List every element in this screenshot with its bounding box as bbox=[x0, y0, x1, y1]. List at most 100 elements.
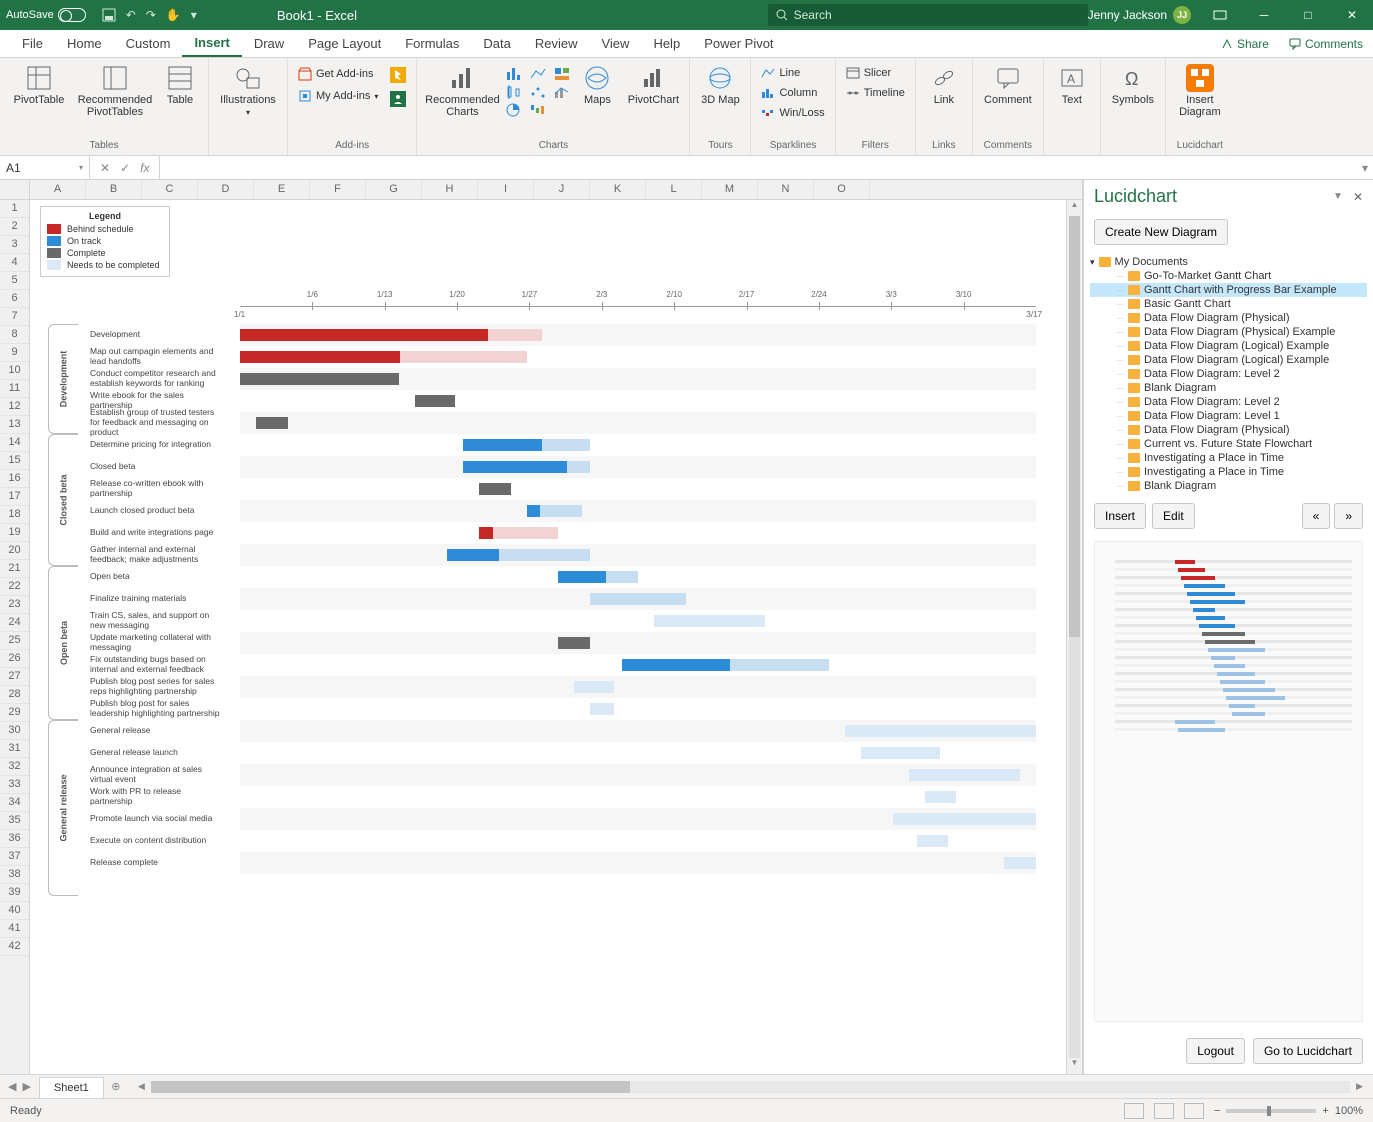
row-header[interactable]: 6 bbox=[0, 290, 29, 308]
row-header[interactable]: 29 bbox=[0, 704, 29, 722]
next-page-button[interactable]: » bbox=[1334, 503, 1363, 529]
row-header[interactable]: 31 bbox=[0, 740, 29, 758]
gantt-bar[interactable] bbox=[240, 373, 399, 385]
column-header[interactable]: F bbox=[310, 180, 366, 199]
link-button[interactable]: Link bbox=[922, 60, 966, 106]
row-header[interactable]: 10 bbox=[0, 362, 29, 380]
column-header[interactable]: N bbox=[758, 180, 814, 199]
row-header[interactable]: 17 bbox=[0, 488, 29, 506]
gantt-bar[interactable] bbox=[463, 439, 590, 451]
document-item[interactable]: ⋯Data Flow Diagram (Physical) bbox=[1090, 311, 1367, 325]
illustrations-button[interactable]: Illustrations ▾ bbox=[215, 60, 281, 117]
row-header[interactable]: 3 bbox=[0, 236, 29, 254]
zoom-control[interactable]: − + 100% bbox=[1214, 1105, 1363, 1117]
vscroll-thumb[interactable] bbox=[1069, 216, 1080, 637]
edit-button[interactable]: Edit bbox=[1152, 503, 1195, 529]
vertical-scrollbar[interactable]: ▲ ▼ bbox=[1066, 200, 1082, 1074]
document-item[interactable]: ⋯Gantt Chart with Progress Bar Example bbox=[1090, 283, 1367, 297]
select-all-corner[interactable] bbox=[0, 180, 30, 199]
document-item[interactable]: ⋯Data Flow Diagram (Physical) Example bbox=[1090, 325, 1367, 339]
row-header[interactable]: 7 bbox=[0, 308, 29, 326]
column-header[interactable]: J bbox=[534, 180, 590, 199]
taskpane-options-icon[interactable]: ▼ bbox=[1333, 191, 1343, 202]
recommended-charts-button[interactable]: Recommended Charts bbox=[423, 60, 501, 118]
sparkline-line-button[interactable]: Line bbox=[757, 64, 828, 82]
row-header[interactable]: 20 bbox=[0, 542, 29, 560]
gantt-bar[interactable] bbox=[590, 703, 614, 715]
tab-review[interactable]: Review bbox=[523, 30, 590, 57]
tab-help[interactable]: Help bbox=[641, 30, 692, 57]
row-header[interactable]: 42 bbox=[0, 938, 29, 956]
row-header[interactable]: 21 bbox=[0, 560, 29, 578]
column-header[interactable]: M bbox=[702, 180, 758, 199]
gantt-bar[interactable] bbox=[558, 571, 638, 583]
hscroll-thumb[interactable] bbox=[151, 1081, 631, 1093]
ribbon-display-icon[interactable] bbox=[1205, 5, 1235, 25]
column-header[interactable]: A bbox=[30, 180, 86, 199]
row-header[interactable]: 30 bbox=[0, 722, 29, 740]
gantt-bar[interactable] bbox=[845, 725, 1036, 737]
row-header[interactable]: 40 bbox=[0, 902, 29, 920]
gantt-bar[interactable] bbox=[447, 549, 590, 561]
row-header[interactable]: 15 bbox=[0, 452, 29, 470]
zoom-slider[interactable] bbox=[1226, 1109, 1316, 1113]
taskpane-close-icon[interactable]: ✕ bbox=[1353, 190, 1363, 204]
enter-formula-icon[interactable]: ✓ bbox=[120, 161, 130, 175]
gantt-bar[interactable] bbox=[256, 417, 288, 429]
gantt-bar[interactable] bbox=[240, 329, 542, 341]
tab-power-pivot[interactable]: Power Pivot bbox=[692, 30, 785, 57]
slicer-button[interactable]: Slicer bbox=[842, 64, 909, 82]
gantt-bar[interactable] bbox=[622, 659, 829, 671]
column-header[interactable]: C bbox=[142, 180, 198, 199]
document-item[interactable]: ⋯Current vs. Future State Flowchart bbox=[1090, 437, 1367, 451]
document-item[interactable]: ⋯Basic Gantt Chart bbox=[1090, 297, 1367, 311]
gantt-bar[interactable] bbox=[415, 395, 455, 407]
sheet-nav-prev-icon[interactable]: ◀ bbox=[8, 1080, 16, 1093]
statistic-chart-icon[interactable] bbox=[505, 84, 523, 100]
gantt-chart-object[interactable]: Legend Behind scheduleOn trackCompleteNe… bbox=[40, 206, 1046, 1064]
document-item[interactable]: ⋯Data Flow Diagram (Logical) Example bbox=[1090, 339, 1367, 353]
column-header[interactable]: I bbox=[478, 180, 534, 199]
row-header[interactable]: 12 bbox=[0, 398, 29, 416]
row-header[interactable]: 8 bbox=[0, 326, 29, 344]
document-item[interactable]: ⋯Investigating a Place in Time bbox=[1090, 451, 1367, 465]
row-header[interactable]: 1 bbox=[0, 200, 29, 218]
column-chart-icon[interactable] bbox=[505, 66, 523, 82]
tab-insert[interactable]: Insert bbox=[182, 30, 241, 57]
people-graph-addin-icon[interactable] bbox=[386, 88, 410, 110]
comment-button[interactable]: Comment bbox=[979, 60, 1037, 106]
row-header[interactable]: 13 bbox=[0, 416, 29, 434]
tab-formulas[interactable]: Formulas bbox=[393, 30, 471, 57]
gantt-bar[interactable] bbox=[925, 791, 957, 803]
redo-icon[interactable]: ↷ bbox=[146, 8, 156, 22]
cancel-formula-icon[interactable]: ✕ bbox=[100, 161, 110, 175]
line-chart-icon[interactable] bbox=[529, 66, 547, 82]
document-item[interactable]: ⋯Data Flow Diagram: Level 1 bbox=[1090, 409, 1367, 423]
document-item[interactable]: ⋯Blank Diagram bbox=[1090, 479, 1367, 493]
page-layout-view-button[interactable] bbox=[1154, 1103, 1174, 1119]
new-sheet-button[interactable]: ⊕ bbox=[104, 1075, 128, 1098]
row-header[interactable]: 5 bbox=[0, 272, 29, 290]
pivotchart-button[interactable]: PivotChart bbox=[623, 60, 683, 106]
user-account[interactable]: Jenny Jackson JJ bbox=[1088, 6, 1191, 24]
row-header[interactable]: 11 bbox=[0, 380, 29, 398]
gantt-bar[interactable] bbox=[1004, 857, 1036, 869]
undo-icon[interactable]: ↶ bbox=[126, 8, 136, 22]
save-icon[interactable] bbox=[102, 8, 116, 22]
row-header[interactable]: 9 bbox=[0, 344, 29, 362]
column-header[interactable]: B bbox=[86, 180, 142, 199]
tree-root[interactable]: ▾ My Documents bbox=[1090, 255, 1367, 269]
document-item[interactable]: ⋯Go-To-Market Gantt Chart bbox=[1090, 269, 1367, 283]
column-header[interactable]: K bbox=[590, 180, 646, 199]
gantt-bar[interactable] bbox=[558, 637, 590, 649]
gantt-bar[interactable] bbox=[590, 593, 686, 605]
bing-maps-addin-icon[interactable] bbox=[386, 64, 410, 86]
comments-button[interactable]: Comments bbox=[1279, 30, 1373, 57]
sparkline-column-button[interactable]: Column bbox=[757, 84, 828, 102]
insert-diagram-button[interactable]: Insert Diagram bbox=[1172, 60, 1228, 118]
symbols-button[interactable]: Ω Symbols bbox=[1107, 60, 1159, 106]
row-header[interactable]: 4 bbox=[0, 254, 29, 272]
maximize-icon[interactable]: □ bbox=[1293, 5, 1323, 25]
table-button[interactable]: Table bbox=[158, 60, 202, 106]
row-header[interactable]: 39 bbox=[0, 884, 29, 902]
